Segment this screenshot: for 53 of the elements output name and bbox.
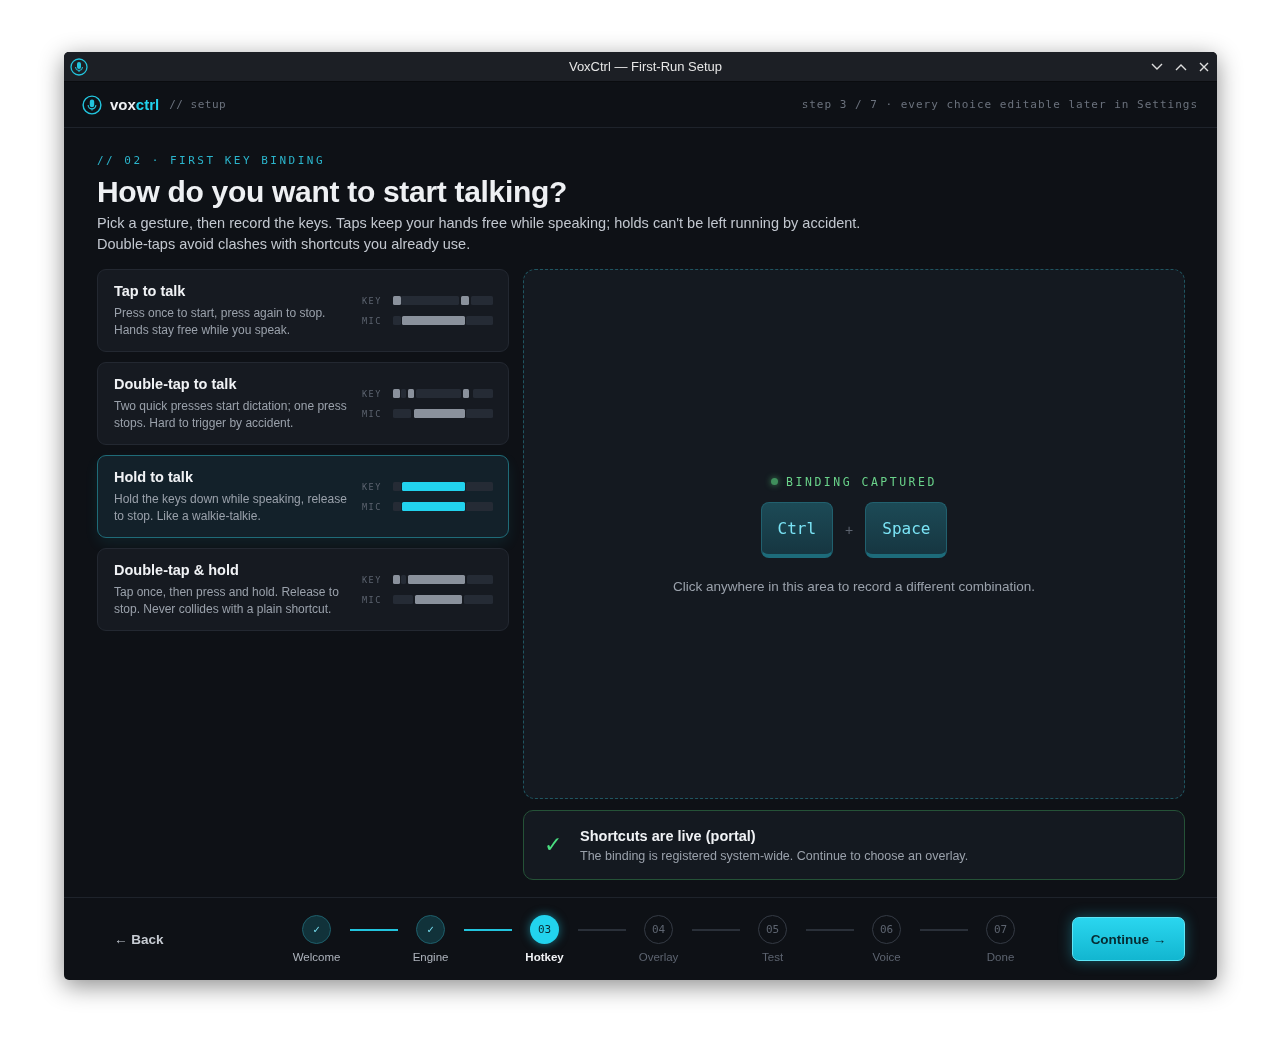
minimize-icon[interactable] [1151, 62, 1163, 71]
plus-sign: + [845, 521, 854, 538]
check-mark: ✓ [544, 832, 562, 858]
step-marker: ✓ [302, 915, 332, 944]
maximize-icon[interactable] [1175, 62, 1187, 71]
section-eyebrow: // 02 · FIRST KEY BINDING [97, 154, 327, 167]
option-title: Double-tap & hold [114, 561, 240, 578]
key-label: KEY [362, 388, 383, 399]
gesture-option[interactable]: Double-tap & hold Tap once, then press and hold. Release to stop. Never collides with a plain shortcut. KEY MIC [97, 548, 509, 631]
mic-label: MIC [362, 408, 383, 419]
mic-label: MIC [362, 594, 383, 605]
step-label: Engine [412, 951, 449, 963]
step-label: Test [762, 951, 784, 963]
step-marker: ✓ [416, 915, 446, 944]
microphone-icon [70, 57, 88, 76]
capture-area[interactable]: BINDING CAPTURED Ctrl + Space Click anywhere in this area to record a different combination. [523, 269, 1185, 799]
brand-name: voxctrl [110, 96, 160, 113]
option-description: Press once to start, press again to stop. Hands stay free while you speak. [114, 304, 327, 339]
intro-text: Pick a gesture, then record the keys. Taps keep your hands free while speaking; holds can't be left running by accident. Double-taps avoid clashes with shortcuts you already use. [97, 214, 862, 254]
option-title: Double-tap to talk [114, 375, 238, 392]
capture-hint: Click anywhere in this area to record a different combination. [672, 578, 1036, 594]
step-label: Welcome [292, 951, 341, 963]
breadcrumb: // setup [169, 98, 227, 111]
step-label: Hotkey [525, 951, 564, 963]
step-label: Done [986, 951, 1015, 963]
step-note: step 3 / 7 · every choice editable later in Settings [801, 98, 1198, 111]
keycap: Ctrl [760, 501, 834, 558]
step-label: Overlay [638, 951, 679, 963]
step-marker: 03 [530, 915, 560, 944]
key-label: KEY [362, 295, 383, 306]
microphone-icon [82, 94, 102, 115]
mic-label: MIC [362, 315, 383, 326]
gesture-option[interactable]: Double-tap to talk Two quick presses start dictation; one press stops. Hard to trigger by accident. KEY MIC [97, 362, 509, 445]
gesture-option[interactable]: Tap to talk Press once to start, press again to stop. Hands stay free while you speak. KEY MIC [97, 269, 509, 352]
window-title: VoxCtrl — First-Run Setup [567, 59, 724, 74]
notice-text: The binding is registered system-wide. Continue to choose an overlay. [580, 848, 969, 863]
keycap: Space [865, 501, 948, 558]
mic-label: MIC [362, 501, 383, 512]
step-label: Voice [872, 951, 901, 963]
page-heading: How do you want to start talking? [97, 175, 569, 209]
continue-button[interactable]: Continue → [1072, 917, 1185, 961]
option-title: Tap to talk [114, 282, 187, 299]
option-description: Tap once, then press and hold. Release to stop. Never collides with a plain shortcut. [114, 583, 340, 618]
back-button[interactable]: ← Back [108, 927, 170, 951]
gesture-option[interactable]: Hold to talk Hold the keys down while speaking, release to stop. Like a walkie-talkie. KEY MIC [97, 455, 509, 538]
option-title: Hold to talk [114, 468, 194, 485]
close-icon[interactable] [1199, 61, 1209, 72]
key-label: KEY [362, 574, 383, 585]
option-description: Two quick presses start dictation; one press stops. Hard to trigger by accident. [114, 397, 348, 432]
option-description: Hold the keys down while speaking, release to stop. Like a walkie-talkie. [114, 490, 348, 525]
notice-title: Shortcuts are live (portal) [580, 827, 757, 844]
status-label: BINDING CAPTURED [786, 474, 937, 489]
key-label: KEY [362, 481, 383, 492]
